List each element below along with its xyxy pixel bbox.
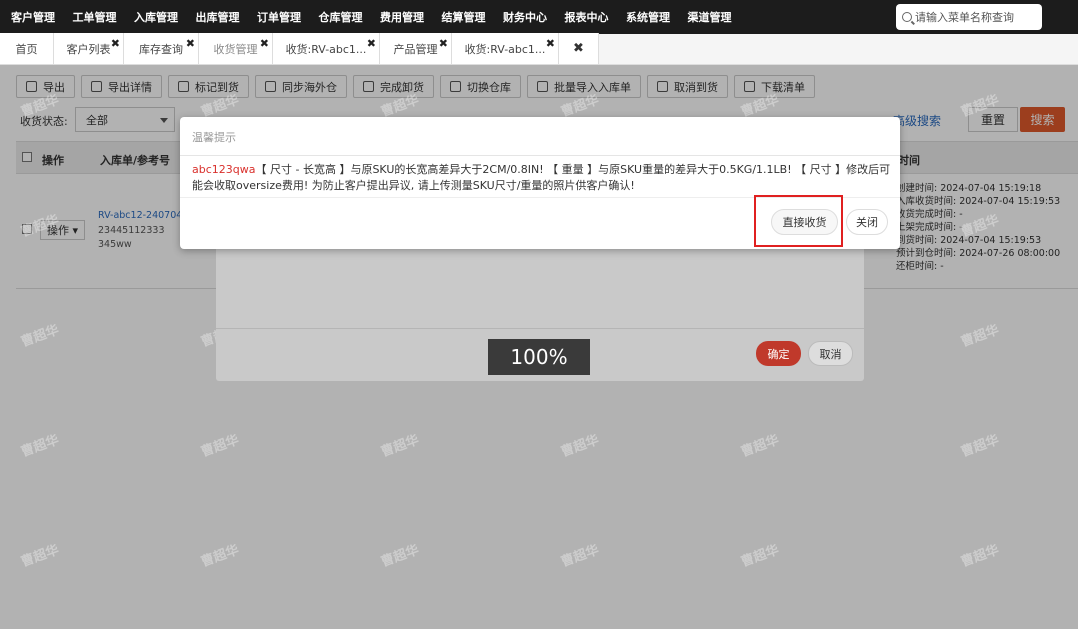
watermark: 曹超华 <box>379 542 422 571</box>
close-icon[interactable]: ✖ <box>260 38 269 49</box>
dialog-title: 温馨提示 <box>192 131 236 144</box>
watermark: 曹超华 <box>199 542 242 571</box>
top-nav: 客户管理 工单管理 入库管理 出库管理 订单管理 仓库管理 费用管理 结算管理 财务中心 报表中心… <box>0 0 1078 34</box>
tab-receiving-mgmt[interactable]: 收货管理 ✖ <box>199 33 273 64</box>
tab-inventory[interactable]: 库存查询 ✖ <box>124 33 199 64</box>
menu-search-input[interactable] <box>915 10 1035 24</box>
close-all-tabs-button[interactable]: ✖ <box>559 33 599 64</box>
close-icon[interactable]: ✖ <box>573 41 584 56</box>
nav-item[interactable]: 客户管理 <box>0 9 62 25</box>
watermark: 曹超华 <box>739 542 782 571</box>
watermark: 曹超华 <box>379 432 422 461</box>
watermark: 曹超华 <box>19 322 62 351</box>
direct-receive-button[interactable]: 直接收货 <box>771 209 838 235</box>
close-button[interactable]: 关闭 <box>846 209 888 235</box>
nav-item[interactable]: 仓库管理 <box>308 9 370 25</box>
watermark: 曹超华 <box>959 432 1002 461</box>
nav-item[interactable]: 入库管理 <box>123 9 185 25</box>
progress-indicator: 100% <box>488 339 590 375</box>
cancel-button[interactable]: 取消 <box>808 341 853 366</box>
watermark: 曹超华 <box>559 432 602 461</box>
tab-bar: 首页 客户列表 ✖ 库存查询 ✖ 收货管理 ✖ 收货:RV-abc1... ✖ 产品管理… <box>0 33 1078 65</box>
warning-text: 【 尺寸 - 长宽高 】与原SKU的长宽高差异大于2CM/0.8IN! 【 重量… <box>192 163 891 192</box>
watermark: 曹超华 <box>559 92 602 121</box>
nav-item[interactable]: 结算管理 <box>431 9 493 25</box>
watermark: 曹超华 <box>959 92 1002 121</box>
search-icon <box>902 12 912 22</box>
close-icon[interactable]: ✖ <box>546 38 555 49</box>
tab-receiving-2[interactable]: 收货:RV-abc1... ✖ <box>452 33 559 64</box>
nav-item[interactable]: 费用管理 <box>369 9 431 25</box>
watermark: 曹超华 <box>959 322 1002 351</box>
nav-item[interactable]: 报表中心 <box>554 9 616 25</box>
nav-menu: 客户管理 工单管理 入库管理 出库管理 订单管理 仓库管理 费用管理 结算管理 财务中心 报表中心… <box>0 0 738 34</box>
confirm-button[interactable]: 确定 <box>756 341 801 366</box>
dialog-divider <box>216 328 864 329</box>
watermark: 曹超华 <box>199 432 242 461</box>
watermark: 曹超华 <box>739 92 782 121</box>
watermark: 曹超华 <box>19 432 62 461</box>
tab-home[interactable]: 首页 <box>0 33 54 64</box>
menu-search-box[interactable] <box>896 4 1042 30</box>
nav-item[interactable]: 订单管理 <box>246 9 308 25</box>
watermark: 曹超华 <box>19 212 62 241</box>
watermark: 曹超华 <box>19 542 62 571</box>
tab-customer-list[interactable]: 客户列表 ✖ <box>54 33 124 64</box>
watermark: 曹超华 <box>739 432 782 461</box>
watermark: 曹超华 <box>379 92 422 121</box>
watermark: 曹超华 <box>559 542 602 571</box>
dialog-divider <box>180 155 900 156</box>
close-icon[interactable]: ✖ <box>439 38 448 49</box>
tab-product-mgmt[interactable]: 产品管理 ✖ <box>380 33 452 64</box>
watermark: 曹超华 <box>959 212 1002 241</box>
close-icon[interactable]: ✖ <box>111 38 120 49</box>
watermark: 曹超华 <box>199 92 242 121</box>
nav-item[interactable]: 工单管理 <box>62 9 124 25</box>
dialog-message: abc123qwa【 尺寸 - 长宽高 】与原SKU的长宽高差异大于2CM/0.… <box>192 162 892 194</box>
close-icon[interactable]: ✖ <box>186 38 195 49</box>
nav-item[interactable]: 系统管理 <box>615 9 677 25</box>
nav-item[interactable]: 渠道管理 <box>677 9 739 25</box>
watermark: 曹超华 <box>959 542 1002 571</box>
tab-receiving-1[interactable]: 收货:RV-abc1... ✖ <box>273 33 380 64</box>
nav-item[interactable]: 财务中心 <box>492 9 554 25</box>
sku-code: abc123qwa <box>192 163 256 176</box>
watermark: 曹超华 <box>19 92 62 121</box>
nav-item[interactable]: 出库管理 <box>185 9 247 25</box>
close-icon[interactable]: ✖ <box>367 38 376 49</box>
